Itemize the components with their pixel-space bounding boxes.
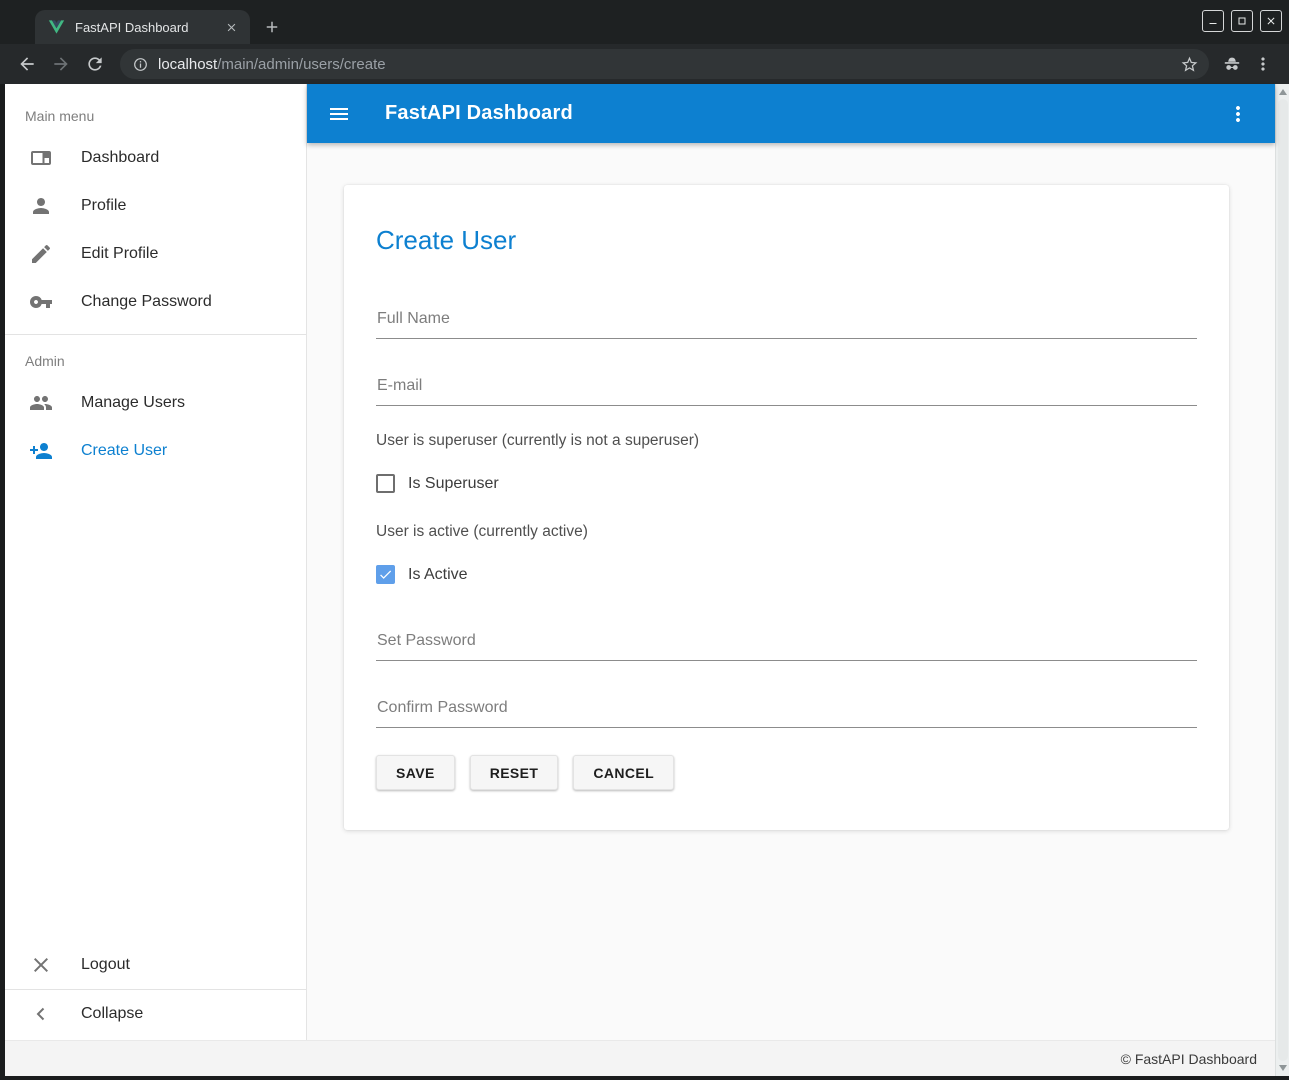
browser-chrome: FastAPI Dashboard (0, 0, 1289, 84)
person-add-icon (29, 439, 53, 463)
back-icon[interactable] (12, 49, 42, 79)
create-user-card: Create User User is superuser (currently… (344, 185, 1229, 830)
scrollbar-down-icon[interactable] (1279, 1065, 1287, 1071)
window-controls (1202, 10, 1282, 32)
browser-toolbar: localhost/main/admin/users/create (0, 44, 1289, 84)
sidebar-item-label: Profile (81, 197, 126, 215)
dashboard-icon (29, 146, 53, 170)
page-scrollbar[interactable] (1275, 84, 1289, 1076)
vue-logo-icon (48, 19, 65, 35)
page-viewport: Main menu Dashboard Profile (0, 84, 1289, 1080)
page-title: Create User (376, 225, 1197, 256)
reload-icon[interactable] (80, 49, 110, 79)
chevron-left-icon (29, 1002, 53, 1026)
sidebar-item-logout[interactable]: Logout (5, 941, 306, 989)
scrollbar-thumb[interactable] (1278, 99, 1288, 1061)
close-button[interactable] (1260, 10, 1282, 32)
content-area: Create User User is superuser (currently… (307, 143, 1275, 1040)
kebab-menu-icon[interactable] (1226, 102, 1250, 126)
copyright-text: © FastAPI Dashboard (1121, 1051, 1257, 1067)
hamburger-icon[interactable] (327, 102, 351, 126)
key-icon (29, 290, 53, 314)
sidebar-item-label: Dashboard (81, 149, 159, 167)
star-icon[interactable] (1180, 55, 1199, 74)
active-checkbox[interactable] (376, 565, 395, 584)
close-icon (29, 953, 53, 977)
address-bar[interactable]: localhost/main/admin/users/create (120, 49, 1209, 79)
minimize-button[interactable] (1202, 10, 1224, 32)
superuser-hint: User is superuser (currently is not a su… (376, 432, 1197, 450)
save-button[interactable]: SAVE (376, 755, 455, 790)
browser-tab[interactable]: FastAPI Dashboard (35, 10, 250, 44)
main-area: FastAPI Dashboard Create User (307, 84, 1275, 1040)
browser-menu-icon[interactable] (1253, 54, 1273, 74)
email-field[interactable] (376, 377, 1197, 406)
scrollbar-up-icon[interactable] (1279, 89, 1287, 95)
check-icon (378, 567, 393, 582)
url-host: localhost (158, 56, 217, 73)
forward-icon[interactable] (46, 49, 76, 79)
incognito-icon (1221, 53, 1243, 75)
browser-window: FastAPI Dashboard (0, 0, 1289, 1080)
sidebar-item-label: Manage Users (81, 394, 185, 412)
sidebar-item-label: Logout (81, 956, 130, 974)
superuser-checkbox-label: Is Superuser (408, 475, 499, 493)
sidebar: Main menu Dashboard Profile (5, 84, 307, 1040)
url-text[interactable]: localhost/main/admin/users/create (158, 56, 1180, 73)
sidebar-item-change-password[interactable]: Change Password (5, 278, 306, 326)
app-bar: FastAPI Dashboard (307, 84, 1275, 143)
tab-strip: FastAPI Dashboard (0, 0, 1289, 44)
person-icon (29, 194, 53, 218)
set-password-field[interactable] (376, 632, 1197, 661)
pencil-icon (29, 242, 53, 266)
superuser-checkbox[interactable] (376, 474, 395, 493)
app-bar-title: FastAPI Dashboard (385, 102, 1226, 125)
sidebar-section-main-menu: Main menu (5, 90, 306, 134)
people-icon (29, 391, 53, 415)
sidebar-item-label: Create User (81, 442, 167, 460)
sidebar-item-label: Edit Profile (81, 245, 158, 263)
sidebar-item-label: Change Password (81, 293, 212, 311)
reset-button[interactable]: RESET (470, 755, 559, 790)
sidebar-section-admin: Admin (5, 335, 306, 379)
active-checkbox-row[interactable]: Is Active (376, 565, 1197, 584)
url-path: /main/admin/users/create (217, 56, 385, 73)
sidebar-item-profile[interactable]: Profile (5, 182, 306, 230)
cancel-button[interactable]: CANCEL (573, 755, 674, 790)
new-tab-button[interactable] (258, 13, 286, 41)
confirm-password-field[interactable] (376, 699, 1197, 728)
tab-title: FastAPI Dashboard (75, 20, 222, 35)
sidebar-item-create-user[interactable]: Create User (5, 427, 306, 475)
sidebar-item-dashboard[interactable]: Dashboard (5, 134, 306, 182)
full-name-field[interactable] (376, 310, 1197, 339)
tab-close-icon[interactable] (222, 18, 240, 36)
sidebar-item-label: Collapse (81, 1005, 143, 1023)
toolbar-right (1221, 53, 1277, 75)
info-icon[interactable] (132, 56, 149, 73)
sidebar-item-manage-users[interactable]: Manage Users (5, 379, 306, 427)
superuser-checkbox-row[interactable]: Is Superuser (376, 474, 1197, 493)
active-hint: User is active (currently active) (376, 523, 1197, 541)
sidebar-item-collapse[interactable]: Collapse (5, 990, 306, 1038)
active-checkbox-label: Is Active (408, 566, 468, 584)
page-footer: © FastAPI Dashboard (5, 1040, 1275, 1076)
sidebar-item-edit-profile[interactable]: Edit Profile (5, 230, 306, 278)
maximize-button[interactable] (1231, 10, 1253, 32)
